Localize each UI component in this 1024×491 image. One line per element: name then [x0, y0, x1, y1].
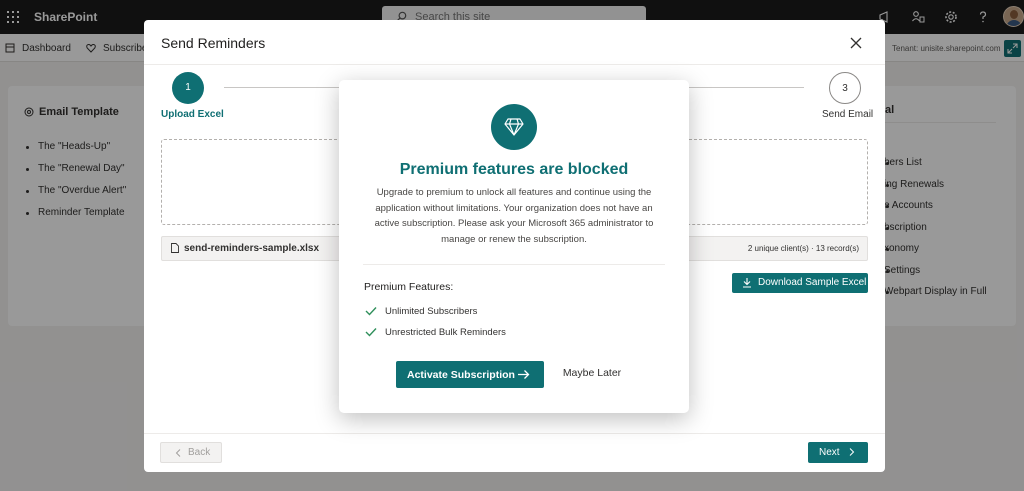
- premium-badge: [491, 104, 537, 150]
- features-heading: Premium Features:: [364, 281, 454, 293]
- premium-blocked-modal: Premium features are blocked Upgrade to …: [339, 80, 689, 413]
- activate-subscription-label: Activate Subscription: [407, 369, 515, 381]
- download-icon: [743, 278, 751, 288]
- step-3-circle: 3: [829, 72, 861, 104]
- download-sample-label: Download Sample Excel: [758, 277, 867, 288]
- download-sample-button[interactable]: Download Sample Excel: [732, 273, 868, 293]
- modal-divider: [363, 264, 665, 265]
- chevron-left-icon: [175, 449, 181, 457]
- back-label: Back: [188, 447, 211, 458]
- back-button[interactable]: Back: [160, 442, 222, 463]
- file-name: send-reminders-sample.xlsx: [184, 243, 320, 254]
- close-icon[interactable]: [849, 36, 863, 50]
- activate-subscription-button[interactable]: Activate Subscription: [396, 361, 544, 388]
- step-3-label: Send Email: [822, 109, 874, 120]
- maybe-later-button[interactable]: Maybe Later: [551, 367, 633, 379]
- next-button[interactable]: Next: [808, 442, 868, 463]
- checkmark-icon: [365, 328, 377, 337]
- arrow-right-icon: [518, 370, 530, 379]
- feature-label: Unlimited Subscribers: [385, 306, 478, 317]
- file-summary: 2 unique client(s) · 13 record(s): [747, 244, 859, 253]
- step-1-circle: 1: [172, 72, 204, 104]
- chevron-right-icon: [849, 448, 855, 456]
- checkmark-icon: [365, 307, 377, 316]
- panel-footer-divider: [144, 433, 885, 434]
- modal-description: Upgrade to premium to unlock all feature…: [374, 187, 654, 245]
- panel-title: Send Reminders: [161, 35, 266, 51]
- file-icon: [171, 243, 179, 253]
- step-1-label: Upload Excel: [161, 109, 224, 120]
- next-label: Next: [819, 447, 840, 458]
- feature-label: Unrestricted Bulk Reminders: [385, 327, 506, 338]
- diamond-icon: [504, 118, 524, 136]
- modal-title: Premium features are blocked: [399, 161, 629, 178]
